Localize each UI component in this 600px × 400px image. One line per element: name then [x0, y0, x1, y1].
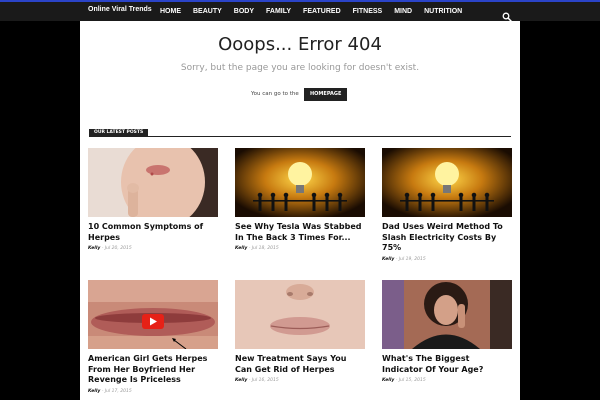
post-thumbnail-lightbulb-people[interactable] [235, 148, 365, 217]
post-author[interactable]: Kelly [235, 378, 247, 383]
post-thumbnail-lips-closeup[interactable] [235, 280, 365, 349]
main-content: Ooops... Error 404 Sorry, but the page y… [80, 21, 520, 400]
post-author[interactable]: Kelly [382, 257, 394, 262]
navbar: Online Viral Trends HOME BEAUTY BODY FAM… [0, 2, 600, 22]
error-subtitle: Sorry, but the page you are looking for … [180, 63, 420, 73]
post-thumbnail-lips-finger[interactable] [88, 148, 218, 217]
menu-item-nutrition[interactable]: NUTRITION [418, 2, 468, 21]
post-thumbnail-lightbulb-people[interactable] [382, 148, 512, 217]
post-title[interactable]: New Treatment Says You Can Get Rid of He… [235, 354, 365, 375]
main-menu: HOME BEAUTY BODY FAMILY FEATURED FITNESS… [154, 2, 468, 21]
goto-text: You can go to the [251, 91, 299, 97]
post-meta: Kelly - Jul 18, 2015 [235, 246, 365, 251]
post-meta: Kelly - Jul 15, 2015 [382, 378, 512, 383]
post-date: Jul 19, 2015 [398, 256, 426, 262]
site-logo[interactable]: Online Viral Trends [88, 6, 152, 13]
post-meta: Kelly - Jul 19, 2015 [382, 257, 512, 262]
post-meta: Kelly - Jul 20, 2015 [88, 246, 218, 251]
post-title[interactable]: What's The Biggest Indicator Of Your Age… [382, 354, 512, 375]
menu-item-fitness[interactable]: FITNESS [347, 2, 389, 21]
post-card: See Why Tesla Was Stabbed In The Back 3 … [235, 148, 365, 251]
post-title[interactable]: Dad Uses Weird Method To Slash Electrici… [382, 222, 512, 254]
post-meta: Kelly - Jul 16, 2015 [235, 378, 365, 383]
post-card: Dad Uses Weird Method To Slash Electrici… [382, 148, 512, 262]
menu-item-body[interactable]: BODY [228, 2, 260, 21]
post-title[interactable]: American Girl Gets Herpes From Her Boyfr… [88, 354, 218, 386]
menu-item-featured[interactable]: FEATURED [297, 2, 347, 21]
post-thumbnail-lip-video[interactable] [88, 280, 218, 349]
post-date: Jul 17, 2015 [104, 388, 132, 394]
post-title[interactable]: 10 Common Symptoms of Herpes [88, 222, 218, 243]
post-card: American Girl Gets Herpes From Her Boyfr… [88, 280, 218, 394]
post-author[interactable]: Kelly [88, 389, 100, 394]
menu-item-home[interactable]: HOME [154, 2, 187, 21]
latest-posts-divider [89, 136, 511, 137]
post-thumbnail-woman-portrait[interactable] [382, 280, 512, 349]
post-card: What's The Biggest Indicator Of Your Age… [382, 280, 512, 383]
search-icon[interactable] [502, 7, 512, 22]
post-date: Jul 20, 2015 [104, 246, 132, 251]
error-title: Ooops... Error 404 [218, 34, 382, 55]
post-card: 10 Common Symptoms of Herpes Kelly - Jul… [88, 148, 218, 251]
post-author[interactable]: Kelly [235, 246, 247, 251]
post-date: Jul 16, 2015 [251, 378, 279, 383]
menu-item-mind[interactable]: MIND [388, 2, 418, 21]
post-author[interactable]: Kelly [88, 246, 100, 251]
menu-item-beauty[interactable]: BEAUTY [187, 2, 228, 21]
post-date: Jul 15, 2015 [398, 378, 426, 383]
menu-item-family[interactable]: FAMILY [260, 2, 297, 21]
post-date: Jul 18, 2015 [251, 246, 279, 251]
post-card: New Treatment Says You Can Get Rid of He… [235, 280, 365, 383]
post-meta: Kelly - Jul 17, 2015 [88, 389, 218, 394]
post-title[interactable]: See Why Tesla Was Stabbed In The Back 3 … [235, 222, 365, 243]
post-author[interactable]: Kelly [382, 378, 394, 383]
homepage-button[interactable]: HOMEPAGE [304, 88, 348, 101]
